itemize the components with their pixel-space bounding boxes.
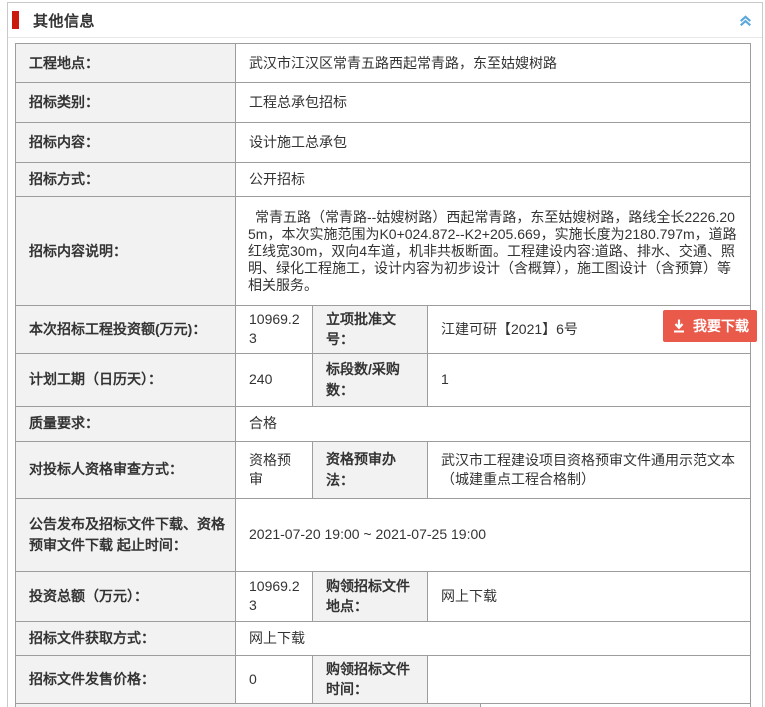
row-label-2: 立项批准文号： [313, 306, 428, 354]
row-label-2: 标段数/采购数： [313, 353, 428, 406]
row-label: 质量要求： [16, 406, 236, 441]
row-value: 公开招标 [236, 163, 751, 197]
row-value-2: 1 [428, 353, 751, 406]
row-value: 10969.23 [236, 306, 313, 354]
row-label [15, 703, 481, 707]
download-button[interactable]: 我要下载 [663, 310, 757, 342]
table-row: 公告发布及招标文件下载、资格预审文件下载 起止时间： 2021-07-20 19… [16, 498, 751, 571]
row-label: 招标方式： [16, 163, 236, 197]
row-label: 工程地点： [16, 44, 236, 83]
panel-title: 其他信息 [33, 10, 95, 31]
row-label: 招标内容： [16, 123, 236, 163]
row-label: 招标类别： [16, 83, 236, 123]
row-value: 工程总承包招标 [236, 83, 751, 123]
row-value: 0 [236, 655, 313, 703]
row-label: 本次招标工程投资额(万元)： [16, 306, 236, 354]
table-row: 计划工期（日历天）： 240 标段数/采购数： 1 [16, 353, 751, 406]
other-info-panel: 其他信息 工程地点： 武汉市江汉区常青五路西起常青路，东至姑嫂树路 招标类别： … [7, 2, 763, 707]
row-label: 招标文件发售价格： [16, 655, 236, 703]
table-row: 投资总额（万元）： 10969.23 购领招标文件地点： 网上下载 [16, 571, 751, 621]
row-label: 招标文件获取方式： [16, 621, 236, 655]
row-value-2 [428, 655, 751, 703]
row-label: 计划工期（日历天）： [16, 353, 236, 406]
row-label: 投资总额（万元）： [16, 571, 236, 621]
row-value: 240 [236, 353, 313, 406]
table-row: 本次招标工程投资额(万元)： 10969.23 立项批准文号： 江建可研【202… [16, 306, 751, 354]
row-value: 武汉市江汉区常青五路西起常青路，东至姑嫂树路 [236, 44, 751, 83]
row-value: 常青五路（常青路--姑嫂树路）西起常青路，东至姑嫂树路，路线全长2226.205… [236, 197, 751, 306]
row-value: 2021-07-20 19:00 ~ 2021-07-25 19:00 [236, 498, 751, 571]
chevron-double-up-icon[interactable] [737, 12, 754, 29]
row-label: 对投标人资格审查方式： [16, 441, 236, 498]
row-value: 网上下载 [236, 621, 751, 655]
table-row: 招标文件发售价格： 0 购领招标文件时间： [16, 655, 751, 703]
table-row-partial [15, 703, 751, 707]
row-label-2: 资格预审办法： [313, 441, 428, 498]
row-value: 设计施工总承包 [236, 123, 751, 163]
table-row: 对投标人资格审查方式： 资格预审 资格预审办法： 武汉市工程建设项目资格预审文件… [16, 441, 751, 498]
row-value: 资格预审 [236, 441, 313, 498]
table-row: 招标内容说明： 常青五路（常青路--姑嫂树路）西起常青路，东至姑嫂树路，路线全长… [16, 197, 751, 306]
table-row: 招标文件获取方式： 网上下载 [16, 621, 751, 655]
download-button-label: 我要下载 [693, 316, 749, 336]
table-row: 招标类别： 工程总承包招标 [16, 83, 751, 123]
row-value-2: 武汉市工程建设项目资格预审文件通用示范文本（城建重点工程合格制） [428, 441, 751, 498]
row-value [480, 703, 751, 707]
panel-header: 其他信息 [8, 3, 762, 38]
tender-info-table: 工程地点： 武汉市江汉区常青五路西起常青路，东至姑嫂树路 招标类别： 工程总承包… [15, 43, 751, 704]
table-row: 招标内容： 设计施工总承包 [16, 123, 751, 163]
table-row: 招标方式： 公开招标 [16, 163, 751, 197]
table-row: 质量要求： 合格 [16, 406, 751, 441]
row-label-2: 购领招标文件地点： [313, 571, 428, 621]
table-row: 工程地点： 武汉市江汉区常青五路西起常青路，东至姑嫂树路 [16, 44, 751, 83]
row-value-2: 网上下载 [428, 571, 751, 621]
row-value: 10969.23 [236, 571, 313, 621]
row-label: 招标内容说明： [16, 197, 236, 306]
row-value: 合格 [236, 406, 751, 441]
red-accent-bar [12, 11, 19, 29]
row-label-2: 购领招标文件时间： [313, 655, 428, 703]
download-icon [671, 318, 687, 334]
row-label: 公告发布及招标文件下载、资格预审文件下载 起止时间： [16, 498, 236, 571]
